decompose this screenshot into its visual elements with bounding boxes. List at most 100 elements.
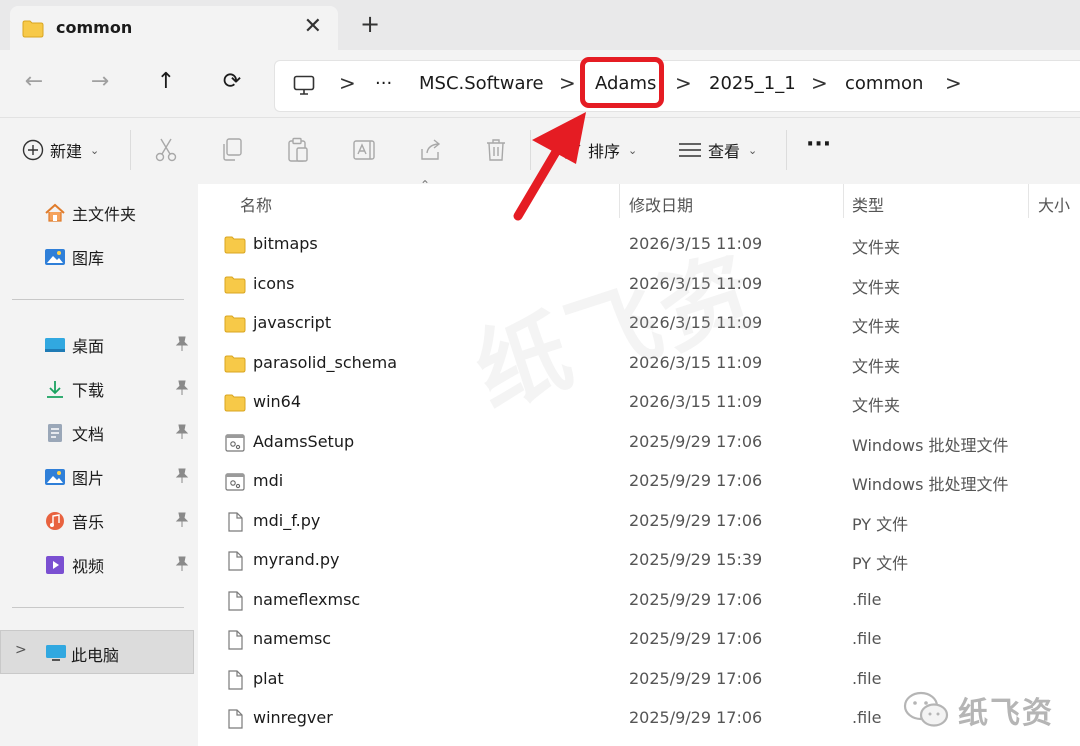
pin-icon[interactable]: [175, 336, 189, 352]
pin-icon[interactable]: [175, 424, 189, 440]
table-row[interactable]: parasolid_schema 2026/3/15 11:09 文件夹: [198, 344, 1080, 383]
chevron-down-icon: ⌄: [90, 143, 100, 157]
delete-icon[interactable]: [484, 137, 508, 163]
column-header-type[interactable]: 类型: [852, 192, 884, 216]
pin-icon[interactable]: [175, 556, 189, 572]
breadcrumb-version[interactable]: 2025_1_1: [709, 73, 796, 94]
breadcrumb-separator[interactable]: >: [811, 71, 828, 95]
file-type: .file: [852, 668, 882, 688]
file-icon: [228, 630, 243, 650]
chevron-down-icon: ⌄: [748, 143, 758, 157]
table-row[interactable]: myrand.py 2025/9/29 15:39 PY 文件: [198, 541, 1080, 580]
file-type: .file: [852, 708, 882, 727]
pin-icon[interactable]: [175, 380, 189, 396]
divider: [12, 299, 184, 300]
new-button[interactable]: 新建 ⌄: [22, 138, 99, 162]
column-header-name[interactable]: 名称: [240, 192, 272, 216]
file-type: 文件夹: [852, 356, 901, 376]
sidebar-item-gallery[interactable]: 图库: [44, 242, 194, 272]
sidebar-item-videos[interactable]: 视频: [44, 550, 194, 580]
sidebar-item-desktop[interactable]: 桌面: [44, 330, 194, 360]
sidebar-item-music[interactable]: 音乐: [44, 506, 194, 536]
column-divider[interactable]: [619, 184, 620, 218]
column-divider[interactable]: [1028, 184, 1029, 218]
forward-button[interactable]: →: [80, 62, 120, 102]
share-icon[interactable]: [418, 137, 442, 163]
table-row[interactable]: mdi 2025/9/29 17:06 Windows 批处理文件: [198, 462, 1080, 501]
divider: [530, 130, 531, 170]
file-type: .file: [852, 589, 882, 609]
breadcrumb-overflow[interactable]: ···: [375, 73, 392, 94]
pin-icon[interactable]: [175, 468, 189, 484]
batch-file-icon: [225, 473, 245, 491]
up-button[interactable]: ↑: [146, 62, 186, 102]
address-bar[interactable]: > ··· MSC.Software > Adams > 2025_1_1 > …: [274, 60, 1080, 112]
copy-icon[interactable]: [220, 137, 244, 163]
sort-button[interactable]: 排序 ⌄: [560, 138, 637, 162]
folder-icon: [224, 355, 246, 372]
column-divider[interactable]: [843, 184, 844, 218]
sidebar-item-label: 文档: [72, 425, 105, 444]
breadcrumb-separator[interactable]: >: [945, 71, 962, 95]
sidebar-item-documents[interactable]: 文档: [44, 418, 194, 448]
file-modified-date: 2025/9/29 17:06: [629, 708, 763, 727]
annotation-highlight: [580, 57, 664, 108]
file-name: icons: [253, 273, 295, 293]
breadcrumb-separator[interactable]: >: [675, 71, 692, 95]
sidebar-item-downloads[interactable]: 下载: [44, 374, 194, 404]
breadcrumb-msc-software[interactable]: MSC.Software: [419, 73, 544, 94]
breadcrumb-common[interactable]: common: [845, 73, 923, 94]
navigation-bar: ← → ↑ ⟳ > ··· MSC.Software > Adams > 202…: [0, 50, 1080, 116]
view-button-label: 查看: [708, 142, 741, 161]
table-row[interactable]: win64 2026/3/15 11:09 文件夹: [198, 383, 1080, 422]
tab-common[interactable]: common ✕: [10, 6, 338, 50]
table-row[interactable]: nameflexmsc 2025/9/29 17:06 .file: [198, 581, 1080, 620]
sidebar-item-label: 主文件夹: [72, 205, 137, 224]
refresh-button[interactable]: ⟳: [212, 62, 252, 102]
file-name: plat: [253, 668, 284, 688]
sidebar-item-this-pc[interactable]: > 此电脑: [0, 630, 194, 674]
file-name: nameflexmsc: [253, 589, 361, 609]
tab-title: common: [56, 18, 133, 37]
new-tab-button[interactable]: +: [356, 10, 384, 38]
sidebar-item-pictures[interactable]: 图片: [44, 462, 194, 492]
file-name: bitmaps: [253, 234, 318, 253]
table-row[interactable]: AdamsSetup 2025/9/29 17:06 Windows 批处理文件: [198, 423, 1080, 462]
back-button[interactable]: ←: [14, 62, 54, 102]
file-modified-date: 2025/9/29 17:06: [629, 589, 763, 609]
view-button[interactable]: 查看 ⌄: [678, 138, 757, 162]
view-icon: [679, 143, 701, 157]
pictures-icon: [45, 469, 65, 485]
table-row[interactable]: plat 2025/9/29 17:06 .file: [198, 660, 1080, 699]
table-row[interactable]: namemsc 2025/9/29 17:06 .file: [198, 620, 1080, 659]
table-row[interactable]: winregver 2025/9/29 17:06 .file: [198, 699, 1080, 738]
file-modified-date: 2025/9/29 17:06: [629, 471, 763, 490]
sidebar-item-home[interactable]: 主文件夹: [44, 198, 194, 228]
sidebar-item-label: 下载: [72, 381, 105, 400]
cut-icon[interactable]: [154, 137, 178, 163]
folder-icon: [22, 20, 44, 38]
column-header-size[interactable]: 大小: [1038, 192, 1070, 216]
gallery-icon: [45, 249, 65, 265]
file-modified-date: 2026/3/15 11:09: [629, 234, 763, 253]
sidebar-item-label: 视频: [72, 557, 105, 576]
close-icon[interactable]: ✕: [304, 14, 322, 39]
table-row[interactable]: icons 2026/3/15 11:09 文件夹: [198, 265, 1080, 304]
sidebar-item-label: 此电脑: [71, 646, 120, 665]
file-modified-date: 2025/9/29 15:39: [629, 550, 763, 569]
chevron-right-icon[interactable]: >: [15, 642, 27, 658]
monitor-icon[interactable]: [293, 75, 315, 95]
table-row[interactable]: bitmaps 2026/3/15 11:09 文件夹: [198, 225, 1080, 264]
file-modified-date: 2026/3/15 11:09: [629, 273, 763, 293]
pin-icon[interactable]: [175, 512, 189, 528]
file-name: winregver: [253, 708, 333, 727]
breadcrumb-separator[interactable]: >: [559, 71, 576, 95]
column-header-date[interactable]: 修改日期: [629, 192, 693, 216]
breadcrumb-separator[interactable]: >: [339, 71, 356, 95]
table-row[interactable]: mdi_f.py 2025/9/29 17:06 PY 文件: [198, 502, 1080, 541]
sidebar-item-label: 图片: [72, 469, 105, 488]
rename-icon[interactable]: [352, 137, 378, 163]
table-row[interactable]: javascript 2026/3/15 11:09 文件夹: [198, 304, 1080, 343]
paste-icon[interactable]: [286, 137, 310, 163]
more-options-button[interactable]: ···: [806, 132, 831, 157]
